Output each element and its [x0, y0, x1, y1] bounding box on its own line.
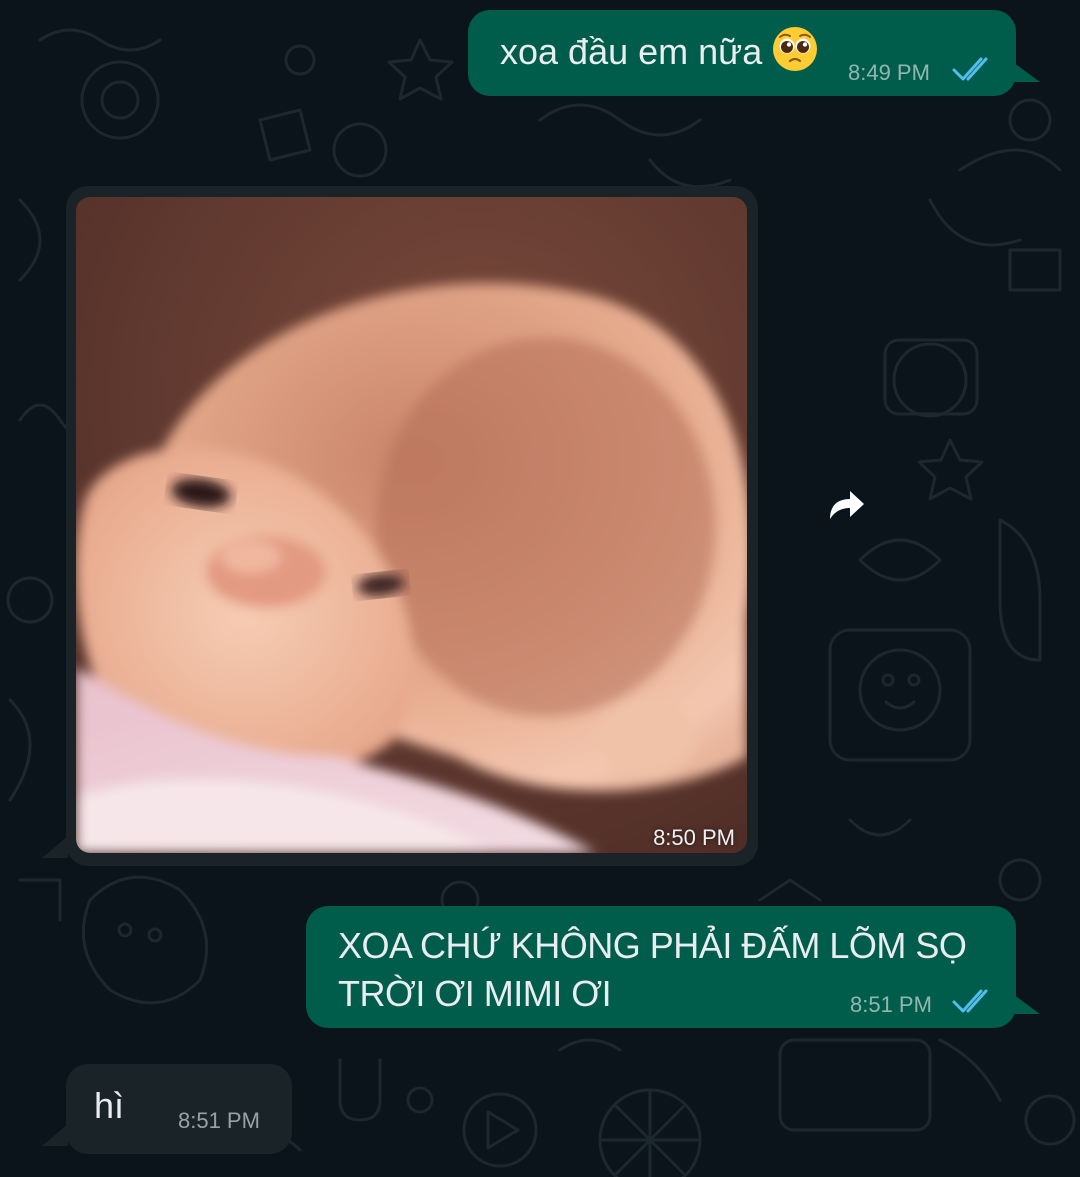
message-text-line-1: XOA CHỨ KHÔNG PHẢI ĐẤM LÕM SỌ [338, 925, 967, 966]
message-text-line-2: TRỜI ƠI MIMI ƠI [338, 973, 612, 1014]
double-check-icon [952, 989, 988, 1013]
double-check-icon [952, 57, 988, 81]
message-photo[interactable]: 8:50 PM [76, 197, 747, 853]
doll-image [76, 197, 747, 853]
message-bubble-outgoing[interactable]: XOA CHỨ KHÔNG PHẢI ĐẤM LÕM SỌ TRỜI ƠI MI… [306, 906, 1016, 1028]
message-timestamp: 8:50 PM [653, 825, 735, 850]
forward-arrow-icon [830, 491, 864, 519]
bubble-tail [42, 1124, 68, 1146]
pleading-face-emoji-icon [773, 27, 817, 71]
message-timestamp: 8:49 PM [848, 60, 930, 85]
forward-button[interactable] [818, 477, 874, 533]
bubble-tail [1010, 60, 1040, 82]
bubble-tail [1010, 992, 1040, 1014]
message-timestamp: 8:51 PM [178, 1108, 260, 1133]
bubble-tail [42, 836, 68, 858]
chat-area: xoa đầu em nữa 8:49 PM 8:50 PM XOA CHỨ K… [0, 0, 1080, 1177]
message-bubble-outgoing[interactable]: xoa đầu em nữa 8:49 PM [468, 10, 1016, 96]
message-text: xoa đầu em nữa [500, 31, 763, 72]
message-timestamp: 8:51 PM [850, 992, 932, 1017]
message-text: hì [94, 1085, 125, 1126]
message-bubble-incoming[interactable]: hì 8:51 PM [66, 1064, 292, 1154]
